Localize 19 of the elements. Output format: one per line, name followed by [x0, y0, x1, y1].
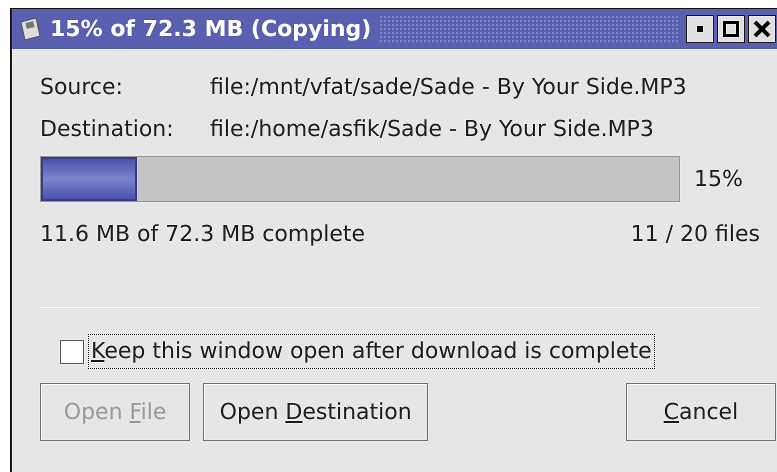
field-label: Destination:	[40, 116, 175, 144]
maximize-icon	[723, 21, 739, 37]
size-status: 11.6 MB of 72.3 MB complete	[40, 221, 366, 249]
checkbox-label[interactable]: Keep this window open after download is complete	[88, 334, 655, 369]
files-status: 11 / 20 files	[630, 221, 760, 249]
field-value: file:/home/asfik/Sade - By Your Side.MP3	[210, 116, 654, 144]
floppy-icon	[18, 16, 42, 42]
field-label: Source:	[40, 74, 124, 102]
close-button[interactable]	[748, 15, 776, 43]
field-value: file:/mnt/vfat/sade/Sade - By Your Side.MP3	[210, 74, 687, 102]
checkbox[interactable]	[60, 340, 84, 364]
dialog-button[interactable]: Open Destination	[203, 383, 428, 441]
minimize-button[interactable]	[686, 15, 714, 43]
minimize-icon	[697, 26, 703, 32]
progress-percent: 15%	[694, 166, 743, 194]
maximize-button[interactable]	[717, 15, 745, 43]
close-icon	[753, 20, 771, 38]
window-title: 15% of 72.3 MB (Copying)	[50, 16, 372, 44]
dialog-button[interactable]: Cancel	[626, 383, 776, 441]
